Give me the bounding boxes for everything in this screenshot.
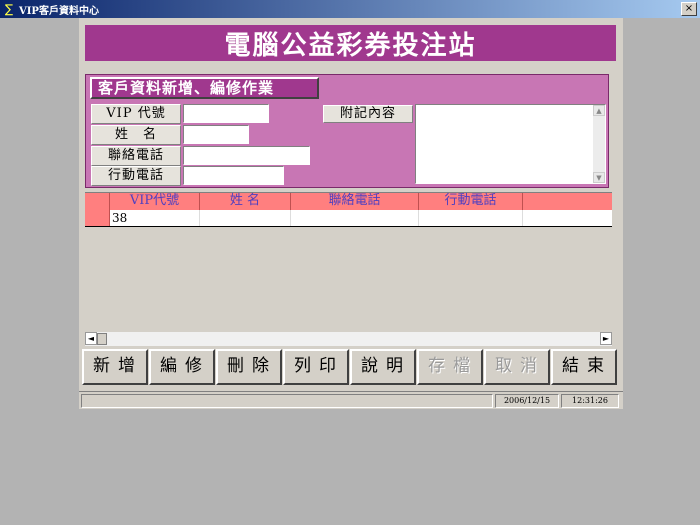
save-button[interactable]: 存檔 <box>417 349 483 385</box>
print-button[interactable]: 列印 <box>283 349 349 385</box>
table-row[interactable]: 38 <box>85 210 612 227</box>
edit-panel: 客戶資料新增、編修作業 VIP 代號 姓 名 聯絡電話 行動電話 附記內容 ▲ … <box>85 74 609 188</box>
banner: 電腦公益彩券投注站 <box>85 25 616 61</box>
status-time: 12:31:26 <box>561 394 619 408</box>
status-message <box>81 394 493 408</box>
scroll-left-icon[interactable]: ◄ <box>85 332 97 345</box>
app-icon: ∑ <box>4 2 14 16</box>
action-toolbar: 新增 編修 刪除 列印 說明 存檔 取消 結束 <box>82 349 618 385</box>
phone-label: 聯絡電話 <box>91 146 181 166</box>
mobile-label: 行動電話 <box>91 166 181 186</box>
grid-hscrollbar[interactable]: ◄ ► <box>85 332 612 346</box>
scroll-up-icon[interactable]: ▲ <box>593 105 605 116</box>
status-date: 2006/12/15 <box>495 394 559 408</box>
cell-phone[interactable] <box>291 210 419 226</box>
col-extra <box>523 193 611 210</box>
edit-button[interactable]: 編修 <box>149 349 215 385</box>
banner-title: 電腦公益彩券投注站 <box>224 30 477 61</box>
scroll-right-icon[interactable]: ► <box>600 332 612 345</box>
window-title: VIP客戶資料中心 <box>19 5 99 17</box>
note-scrollbar[interactable]: ▲ ▼ <box>593 105 605 183</box>
note-textarea[interactable]: ▲ ▼ <box>415 104 606 184</box>
status-bar: 2006/12/15 12:31:26 <box>79 391 623 409</box>
note-label: 附記內容 <box>323 105 413 123</box>
exit-button[interactable]: 結束 <box>551 349 617 385</box>
cell-extra <box>523 210 611 226</box>
cell-mobile[interactable] <box>419 210 523 226</box>
col-mobile[interactable]: 行動電話 <box>419 193 523 210</box>
grid-header: VIP代號 姓 名 聯絡電話 行動電話 <box>85 193 612 210</box>
add-button[interactable]: 新增 <box>82 349 148 385</box>
scroll-thumb[interactable] <box>97 333 107 345</box>
row-selector[interactable] <box>85 210 110 226</box>
scroll-down-icon[interactable]: ▼ <box>593 172 605 183</box>
name-input[interactable] <box>183 125 249 144</box>
help-button[interactable]: 說明 <box>350 349 416 385</box>
window-titlebar[interactable]: ∑ VIP客戶資料中心 × <box>0 0 700 18</box>
cell-name[interactable] <box>200 210 291 226</box>
col-phone[interactable]: 聯絡電話 <box>291 193 419 210</box>
cell-vip-id[interactable]: 38 <box>110 210 200 226</box>
name-label: 姓 名 <box>91 125 181 145</box>
close-button[interactable]: × <box>681 2 697 16</box>
vip-id-label: VIP 代號 <box>91 104 181 124</box>
mobile-input[interactable] <box>183 166 284 185</box>
main-form: 電腦公益彩券投注站 客戶資料新增、編修作業 VIP 代號 姓 名 聯絡電話 行動… <box>79 18 623 409</box>
col-vip-id[interactable]: VIP代號 <box>110 193 200 210</box>
grid-corner <box>85 193 110 210</box>
section-title: 客戶資料新增、編修作業 <box>90 77 319 99</box>
customer-grid[interactable]: VIP代號 姓 名 聯絡電話 行動電話 38 ◄ ► <box>85 192 612 346</box>
vip-id-input[interactable] <box>183 104 269 123</box>
phone-input[interactable] <box>183 146 310 165</box>
cancel-button[interactable]: 取消 <box>484 349 550 385</box>
col-name[interactable]: 姓 名 <box>200 193 291 210</box>
delete-button[interactable]: 刪除 <box>216 349 282 385</box>
